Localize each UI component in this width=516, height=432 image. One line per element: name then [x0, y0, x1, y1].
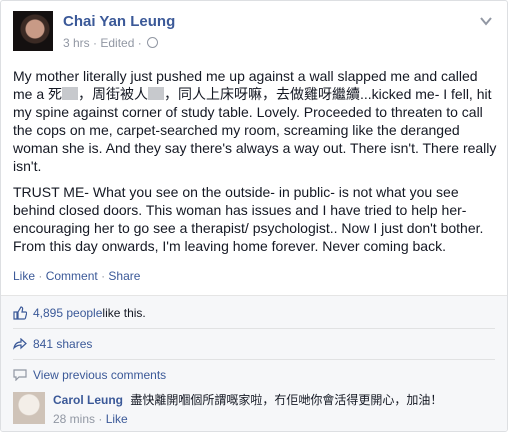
edited-label[interactable]: Edited	[100, 36, 134, 50]
feedback-area: 4,895 people like this. 841 shares View …	[1, 295, 507, 431]
post-card: Chai Yan Leung 3 hrs · Edited · My mothe…	[0, 0, 508, 432]
thumbs-up-icon	[13, 306, 27, 320]
redaction-block	[148, 87, 165, 100]
view-previous-row: View previous comments	[13, 368, 166, 382]
shares-row: 841 shares	[13, 337, 92, 351]
likes-count-link[interactable]: 4,895 people	[33, 306, 102, 320]
post-time[interactable]: 3 hrs	[63, 36, 90, 50]
shares-link[interactable]: 841 shares	[33, 337, 92, 351]
globe-icon[interactable]	[147, 37, 159, 48]
redaction-block	[62, 87, 79, 100]
share-arrow-icon	[13, 338, 27, 350]
post-header: Chai Yan Leung 3 hrs · Edited ·	[13, 11, 493, 55]
author-avatar[interactable]	[13, 11, 53, 51]
post-paragraph: TRUST ME- What you see on the outside- i…	[13, 184, 484, 254]
comment-bubble-icon	[13, 369, 27, 381]
like-button[interactable]: Like	[13, 269, 35, 283]
chevron-down-icon[interactable]	[479, 15, 493, 27]
divider	[13, 359, 495, 360]
meta-separator: ·	[137, 36, 142, 50]
post-paragraph: My mother literally just pushed me up ag…	[13, 68, 497, 174]
divider	[13, 328, 495, 329]
post-actions: Like · Comment · Share	[13, 269, 141, 283]
comment-button[interactable]: Comment	[46, 269, 98, 283]
comment: Carol Leung 盡快離開嗰個所謂嘅家啦，冇佢哋你會活得更開心，加油！ 2…	[53, 392, 493, 427]
meta-separator: ·	[93, 36, 98, 50]
view-previous-comments-link[interactable]: View previous comments	[33, 368, 166, 382]
comment-meta: 28 mins · Like	[53, 412, 128, 426]
comment-time[interactable]: 28 mins	[53, 412, 95, 426]
post-body: My mother literally just pushed me up ag…	[13, 67, 497, 263]
comment-like-button[interactable]: Like	[106, 412, 128, 426]
commenter-avatar[interactable]	[13, 392, 45, 424]
comment-text: 盡快離開嗰個所謂嘅家啦，冇佢哋你會活得更開心，加油！	[130, 393, 443, 407]
share-button[interactable]: Share	[108, 269, 140, 283]
author-name[interactable]: Chai Yan Leung	[63, 13, 175, 30]
post-meta: 3 hrs · Edited ·	[63, 36, 159, 50]
likes-row: 4,895 people like this.	[13, 306, 146, 320]
commenter-name[interactable]: Carol Leung	[53, 393, 123, 407]
